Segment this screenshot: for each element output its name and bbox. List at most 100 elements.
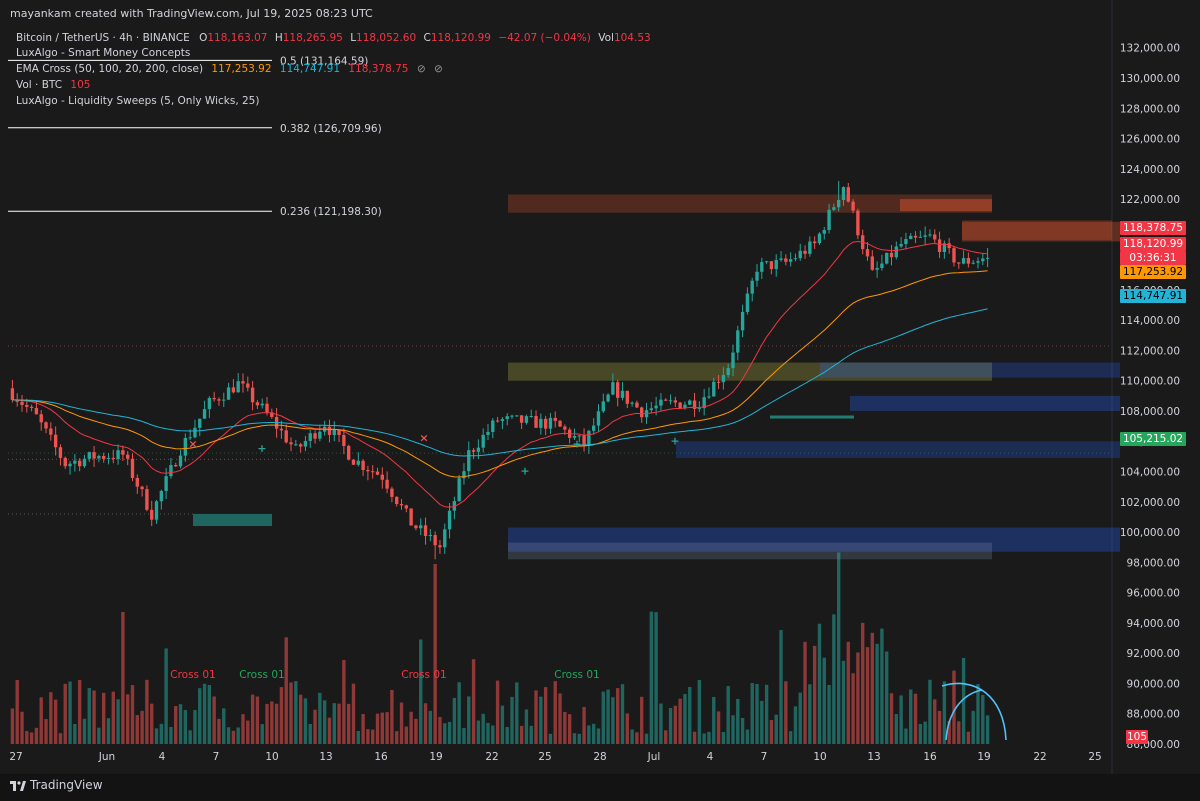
candle-body [836, 199, 841, 208]
volume-bar [548, 733, 553, 744]
volume-bar [188, 730, 192, 744]
indicator-ema-cross[interactable]: EMA Cross (50, 100, 20, 200, close) 117,… [16, 62, 448, 77]
candle-body [524, 416, 529, 423]
candle-body [193, 427, 197, 438]
candle-body [500, 419, 505, 421]
volume-bar [697, 680, 702, 744]
candle-body [467, 450, 471, 472]
volume-bar [957, 721, 961, 744]
chart-root[interactable]: 132,000.00 130,000.00 128,000.00 126,000.00… [0, 0, 1200, 801]
symbol-label[interactable]: Bitcoin / TetherUS · 4h · BINANCE [16, 32, 190, 44]
candle-body [63, 457, 67, 467]
candle-body [356, 460, 360, 465]
candle-body [217, 399, 221, 401]
price-tag: 117,253.92 [1120, 265, 1186, 279]
candle-body [745, 293, 750, 313]
tradingview-logo-icon [10, 781, 26, 791]
volume-bar [15, 680, 19, 744]
candle-body [130, 458, 135, 478]
close-value: 118,120.99 [430, 32, 491, 44]
price-tick-label: 102,000.00 [1120, 497, 1180, 509]
candle-body [491, 420, 495, 432]
volume-bar [774, 714, 778, 744]
candle-body [774, 259, 778, 270]
volume-bar [712, 696, 716, 744]
volume-bar [58, 733, 63, 744]
volume-bar [289, 682, 293, 744]
indicator-volume[interactable]: Vol · BTC 105 [16, 78, 95, 93]
candle-body [909, 235, 913, 239]
candle-body [616, 382, 620, 398]
volume-bar [534, 690, 538, 744]
candle-body [731, 352, 735, 369]
indicator-liquidity-sweeps[interactable]: LuxAlgo - Liquidity Sweeps (5, Only Wick… [16, 94, 264, 109]
candle-body [870, 256, 874, 270]
volume-bar [889, 693, 894, 744]
candle-body [582, 435, 586, 446]
volume-bar [97, 727, 101, 744]
low-value: 118,052.60 [356, 32, 417, 44]
candle-body [313, 433, 317, 439]
candle-body [250, 387, 255, 403]
candle-body [529, 415, 533, 417]
indicator-smc-label: LuxAlgo - Smart Money Concepts [16, 47, 191, 59]
volume-bar [582, 707, 586, 744]
chart-canvas[interactable]: 132,000.00 130,000.00 128,000.00 126,000.00… [0, 0, 1200, 801]
fib-level-label: 0.382 (126,709.96) [280, 123, 382, 135]
volume-bar [707, 731, 711, 744]
volume-bar [664, 730, 668, 744]
volume-bar [985, 715, 990, 744]
candle-body [894, 246, 899, 258]
volume-bar [414, 718, 418, 744]
candle-body [77, 460, 82, 467]
indicator-smc[interactable]: LuxAlgo - Smart Money Concepts [16, 46, 195, 61]
candle-body [985, 257, 990, 259]
candle-body [414, 525, 418, 529]
candle-body [318, 431, 322, 439]
ema-value-3: 118,378.75 [348, 63, 409, 75]
tradingview-wordmark[interactable]: TradingView [30, 778, 103, 792]
volume-bar [510, 696, 514, 744]
hidden-icon-2[interactable]: ⊘ [434, 63, 443, 75]
volume-bar [159, 723, 164, 744]
candle-body [649, 408, 654, 411]
candle-body [793, 258, 798, 260]
time-tick-label: 22 [1033, 751, 1046, 763]
volume-bar [702, 733, 706, 744]
volume-indicator-label: Vol · BTC [16, 79, 63, 91]
hidden-icon[interactable]: ⊘ [417, 63, 426, 75]
volume-indicator-value: 105 [70, 79, 91, 91]
volume-bar [327, 717, 332, 744]
candle-body [106, 457, 111, 459]
candle-body [659, 399, 663, 406]
volume-bar [111, 691, 115, 744]
volume-bar [913, 693, 918, 744]
candle-body [332, 429, 336, 435]
volume-bar [841, 660, 846, 744]
candle-body [82, 458, 87, 467]
candle-body [395, 496, 399, 505]
candle-body [668, 400, 673, 402]
candle-body [39, 414, 43, 423]
volume-bar [755, 684, 759, 744]
volume-bar [539, 696, 543, 744]
candle-body [928, 234, 932, 236]
volume-bar [846, 641, 850, 744]
candle-body [957, 262, 961, 264]
volume-bar [356, 730, 360, 744]
volume-bar [116, 699, 120, 744]
candle-body [159, 490, 164, 502]
volume-bar [683, 694, 687, 744]
candle-body [135, 477, 139, 487]
candle-body [779, 258, 783, 260]
candle-body [371, 471, 375, 473]
candle-body [34, 407, 39, 415]
volume-bar [217, 718, 221, 744]
volume-bar [870, 632, 874, 744]
candle-body [443, 529, 447, 548]
price-tick-label: 96,000.00 [1127, 588, 1180, 600]
candle-body [298, 444, 303, 447]
volume-bar [529, 725, 533, 744]
volume-bar [467, 696, 471, 744]
candle-body [164, 476, 168, 491]
